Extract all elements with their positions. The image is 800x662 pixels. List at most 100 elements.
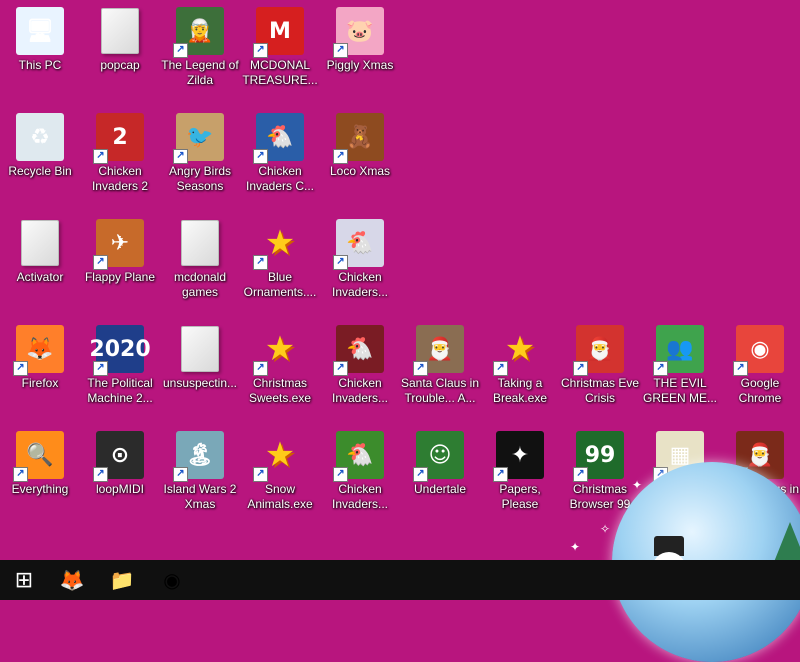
taskbar: ⊞ 🦊 📁 ◉ xyxy=(0,560,800,600)
papers-please-icon: ✦ ↗ xyxy=(493,430,545,482)
desktop-icon[interactable]: 👥 ↗ THE EVIL GREEN ME... xyxy=(640,318,720,418)
angry-birds-icon: 🐦 ↗ xyxy=(173,112,225,164)
shortcut-arrow-icon: ↗ xyxy=(333,255,348,270)
shortcut-arrow-icon: ↗ xyxy=(173,43,188,58)
desktop-icon-label: Taking a Break.exe xyxy=(492,376,548,405)
desktop-icon[interactable]: ♻ Recycle Bin xyxy=(0,106,80,206)
desktop-icon[interactable]: ★ ↗ Snow Animals.exe xyxy=(240,424,320,524)
desktop-icon[interactable]: 🐔 ↗ Chicken Invaders... xyxy=(320,318,400,418)
star-exe-icon: ★ ↗ xyxy=(253,430,305,482)
undertale-icon: ☺ ↗ xyxy=(413,430,465,482)
shortcut-arrow-icon: ↗ xyxy=(333,43,348,58)
desktop-icon[interactable]: M ↗ MCDONAL TREASURE... xyxy=(240,0,320,100)
shortcut-arrow-icon: ↗ xyxy=(493,467,508,482)
desktop-icon[interactable]: ★ ↗ Taking a Break.exe xyxy=(480,318,560,418)
chrome-icon: ◉ ↗ xyxy=(733,324,785,376)
shortcut-arrow-icon: ↗ xyxy=(733,361,748,376)
desktop-icon-label: Google Chrome xyxy=(738,376,782,405)
shortcut-arrow-icon: ↗ xyxy=(173,467,188,482)
desktop-icon[interactable]: ✈ ↗ Flappy Plane xyxy=(80,212,160,312)
desktop-icon[interactable]: 2020 ↗ The Political Machine 2... xyxy=(80,318,160,418)
desktop-icon[interactable]: ★ ↗ Christmas Sweets.exe xyxy=(240,318,320,418)
firefox-icon: 🦊 ↗ xyxy=(13,324,65,376)
shortcut-arrow-icon: ↗ xyxy=(253,361,268,376)
file-explorer-taskbar-icon[interactable]: 📁 xyxy=(98,560,146,600)
piggly-icon: 🐷 ↗ xyxy=(333,6,385,58)
desktop-icon[interactable]: ☺ ↗ Undertale xyxy=(400,424,480,524)
sparkle-icon: ✧ xyxy=(600,522,611,536)
star-exe-icon: ★ ↗ xyxy=(253,218,305,270)
star-exe-icon: ★ ↗ xyxy=(493,324,545,376)
desktop-icon-label: loopMIDI xyxy=(95,482,145,496)
shortcut-arrow-icon: ↗ xyxy=(13,467,28,482)
recycle-bin-icon: ♻ xyxy=(15,112,65,162)
desktop-icon[interactable]: 🐔 ↗ Chicken Invaders C... xyxy=(240,106,320,206)
everything-icon: 🔍 ↗ xyxy=(13,430,65,482)
desktop-icon[interactable]: 🦊 ↗ Firefox xyxy=(0,318,80,418)
santa-trouble-icon: 🎅 ↗ xyxy=(413,324,465,376)
shortcut-arrow-icon: ↗ xyxy=(253,255,268,270)
desktop-icon-label: Christmas Sweets.exe xyxy=(248,376,312,405)
shortcut-arrow-icon: ↗ xyxy=(573,467,588,482)
desktop-icon[interactable]: 🎅 ↗ Christmas Eve Crisis xyxy=(560,318,640,418)
chicken-invaders-icon: 2 ↗ xyxy=(93,112,145,164)
chicken-invaders-icon: 🐔 ↗ xyxy=(333,324,385,376)
desktop-icon[interactable]: 2 ↗ Chicken Invaders 2 xyxy=(80,106,160,206)
star-exe-icon: ★ ↗ xyxy=(253,324,305,376)
desktop-icon-label: Santa Claus in Trouble... A... xyxy=(400,376,480,405)
desktop-icon[interactable]: 🐔 ↗ Chicken Invaders... xyxy=(320,212,400,312)
folder-icon xyxy=(15,218,65,268)
chicken-invaders-icon: 🐔 ↗ xyxy=(333,218,385,270)
desktop-icon[interactable]: mcdonald games xyxy=(160,212,240,312)
desktop-icon[interactable]: 🐷 ↗ Piggly Xmas xyxy=(320,0,400,100)
desktop-icon-label: Firefox xyxy=(21,376,59,390)
chicken-invaders-icon: 🐔 ↗ xyxy=(253,112,305,164)
desktop-icon[interactable]: 🐦 ↗ Angry Birds Seasons xyxy=(160,106,240,206)
desktop-icon[interactable]: ◉ ↗ Google Chrome xyxy=(720,318,800,418)
desktop-icon[interactable]: 🎅 ↗ Santa Claus in Trouble... A... xyxy=(400,318,480,418)
desktop-icon-label: The Legend of Zilda xyxy=(161,58,239,87)
desktop-icon[interactable]: 🧝 ↗ The Legend of Zilda xyxy=(160,0,240,100)
desktop-icon[interactable]: ★ ↗ Blue Ornaments.... xyxy=(240,212,320,312)
shortcut-arrow-icon: ↗ xyxy=(333,467,348,482)
shortcut-arrow-icon: ↗ xyxy=(93,467,108,482)
desktop-icon-label: This PC xyxy=(18,58,62,72)
firefox-taskbar-icon[interactable]: 🦊 xyxy=(48,560,96,600)
desktop-icon[interactable]: popcap xyxy=(80,0,160,100)
desktop-icon-label: mcdonald games xyxy=(173,270,227,299)
desktop-icon[interactable]: 🔍 ↗ Everything xyxy=(0,424,80,524)
sparkle-icon: ✦ xyxy=(632,478,643,492)
desktop-icon[interactable]: ✦ ↗ Papers, Please xyxy=(480,424,560,524)
shortcut-arrow-icon: ↗ xyxy=(13,361,28,376)
loopmidi-icon: ⊙ ↗ xyxy=(93,430,145,482)
shortcut-arrow-icon: ↗ xyxy=(413,467,428,482)
desktop-icon-label: Chicken Invaders C... xyxy=(245,164,315,193)
shortcut-arrow-icon: ↗ xyxy=(493,361,508,376)
desktop-icon-label: Everything xyxy=(11,482,69,496)
chrome-taskbar-icon[interactable]: ◉ xyxy=(148,560,196,600)
shortcut-arrow-icon: ↗ xyxy=(93,149,108,164)
desktop-icon[interactable]: 🖥 This PC xyxy=(0,0,80,100)
desktop-icon[interactable]: ⊙ ↗ loopMIDI xyxy=(80,424,160,524)
desktop-icon[interactable]: Activator xyxy=(0,212,80,312)
desktop-icon[interactable]: 🧸 ↗ Loco Xmas xyxy=(320,106,400,206)
desktop-icon-label: Chicken Invaders... xyxy=(331,270,389,299)
desktop-icon-label: Chicken Invaders... xyxy=(331,482,389,511)
shortcut-arrow-icon: ↗ xyxy=(93,255,108,270)
shortcut-arrow-icon: ↗ xyxy=(253,43,268,58)
loco-xmas-icon: 🧸 ↗ xyxy=(333,112,385,164)
desktop-icon-label: Papers, Please xyxy=(499,482,541,511)
chrome-icon: ◉ xyxy=(163,569,181,592)
desktop-icon[interactable]: 🏝 ↗ Island Wars 2 Xmas xyxy=(160,424,240,524)
desktop-icon-label: Island Wars 2 Xmas xyxy=(163,482,237,511)
desktop-icon-label: Flappy Plane xyxy=(84,270,156,284)
folder-icon xyxy=(175,218,225,268)
shortcut-arrow-icon: ↗ xyxy=(333,361,348,376)
desktop-icon-label: Piggly Xmas xyxy=(326,58,394,72)
start-button[interactable]: ⊞ xyxy=(0,560,48,600)
this-pc-icon: 🖥 xyxy=(15,6,65,56)
desktop-icon-label: Activator xyxy=(16,270,64,284)
desktop-icon[interactable]: unsuspectin... xyxy=(160,318,240,418)
file-explorer-icon: 📁 xyxy=(109,569,135,592)
desktop-icon[interactable]: 🐔 ↗ Chicken Invaders... xyxy=(320,424,400,524)
